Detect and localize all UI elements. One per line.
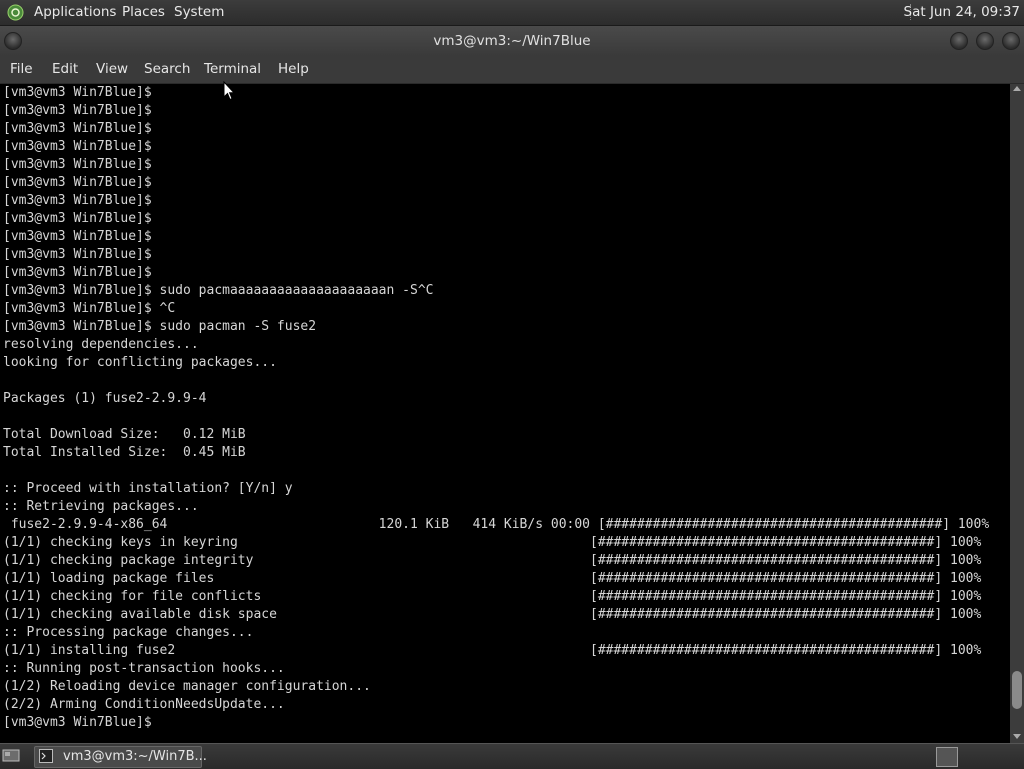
terminal-line: :: Retrieving packages... — [3, 499, 199, 514]
terminal-line: (1/1) loading package files [###########… — [3, 571, 982, 586]
top-panel: Applications Places System Sat Jun 24, 0… — [0, 0, 1024, 26]
terminal-line: (1/1) installing fuse2 [################… — [3, 643, 982, 658]
taskbar-window-button[interactable]: vm3@vm3:~/Win7B... — [34, 746, 207, 768]
window-title: vm3@vm3:~/Win7Blue — [433, 33, 591, 49]
terminal-line: (1/2) Reloading device manager configura… — [3, 679, 371, 694]
terminal-line: (1/1) checking for file conflicts [#####… — [3, 589, 982, 604]
mouse-pointer-icon — [223, 81, 235, 101]
terminal-line: (2/2) Arming ConditionNeedsUpdate... — [3, 697, 285, 712]
terminal-line: [vm3@vm3 Win7Blue]$ — [3, 103, 152, 118]
menu-file[interactable]: File — [10, 61, 33, 77]
terminal-line: [vm3@vm3 Win7Blue]$ — [3, 715, 152, 730]
show-desktop-icon[interactable] — [2, 748, 22, 764]
taskbar-window-label: vm3@vm3:~/Win7B... — [63, 749, 207, 764]
window-titlebar[interactable]: vm3@vm3:~/Win7Blue — [0, 26, 1024, 56]
terminal-line: [vm3@vm3 Win7Blue]$ — [3, 247, 152, 262]
terminal-line: :: Proceed with installation? [Y/n] y — [3, 481, 293, 496]
bottom-panel: vm3@vm3:~/Win7B... — [0, 743, 1024, 769]
workspace-switcher-icon[interactable] — [936, 747, 958, 767]
terminal-line: Total Installed Size: 0.45 MiB — [3, 445, 246, 460]
terminal-line: resolving dependencies... — [3, 337, 199, 352]
menu-help[interactable]: Help — [278, 61, 309, 77]
terminal-line: [vm3@vm3 Win7Blue]$ — [3, 175, 152, 190]
terminal-line: looking for conflicting packages... — [3, 355, 277, 370]
terminal-line: (1/1) checking available disk space [###… — [3, 607, 982, 622]
terminal-line: [vm3@vm3 Win7Blue]$ — [3, 139, 152, 154]
terminal-line: :: Processing package changes... — [3, 625, 254, 640]
menu-system[interactable]: System — [174, 4, 224, 20]
panel-clock[interactable]: Sat Jun 24, 09:37 — [904, 4, 1020, 20]
menu-applications[interactable]: Applications — [34, 4, 116, 20]
terminal-line: fuse2-2.9.9-4-x86_64 120.1 KiB 414 KiB/s… — [3, 517, 990, 532]
terminal-line: [vm3@vm3 Win7Blue]$ — [3, 193, 152, 208]
close-button[interactable] — [1002, 32, 1020, 50]
terminal-icon — [39, 749, 53, 763]
menu-edit[interactable]: Edit — [52, 61, 78, 77]
terminal-line: [vm3@vm3 Win7Blue]$ — [3, 157, 152, 172]
terminal-line: Packages (1) fuse2-2.9.9-4 — [3, 391, 207, 406]
terminal-line: [vm3@vm3 Win7Blue]$ sudo pacmaaaaaaaaaaa… — [3, 283, 434, 298]
menu-terminal[interactable]: Terminal — [204, 61, 261, 77]
menubar: File Edit View Search Terminal Help — [0, 56, 1024, 84]
distro-logo-icon[interactable] — [7, 4, 24, 21]
menu-search[interactable]: Search — [144, 61, 190, 77]
terminal-line: (1/1) checking package integrity [######… — [3, 553, 982, 568]
terminal-line: [vm3@vm3 Win7Blue]$ ^C — [3, 301, 176, 316]
terminal-output[interactable]: [vm3@vm3 Win7Blue]$ [vm3@vm3 Win7Blue]$ [v… — [0, 84, 1010, 743]
scroll-down-arrow-icon[interactable] — [1013, 734, 1021, 739]
terminal-line: [vm3@vm3 Win7Blue]$ sudo pacman -S fuse2 — [3, 319, 317, 334]
terminal-line: [vm3@vm3 Win7Blue]$ — [3, 229, 152, 244]
terminal-line: :: Running post-transaction hooks... — [3, 661, 285, 676]
scrollbar-thumb[interactable] — [1012, 670, 1022, 709]
maximize-button[interactable] — [976, 32, 994, 50]
minimize-button[interactable] — [950, 32, 968, 50]
scroll-up-arrow-icon[interactable] — [1013, 86, 1021, 91]
terminal-line: [vm3@vm3 Win7Blue]$ — [3, 121, 152, 136]
terminal-line: [vm3@vm3 Win7Blue]$ — [3, 265, 152, 280]
terminal-line: [vm3@vm3 Win7Blue]$ — [3, 211, 152, 226]
terminal-lines: [vm3@vm3 Win7Blue]$ [vm3@vm3 Win7Blue]$ [v… — [0, 84, 1010, 732]
menu-places[interactable]: Places — [122, 4, 165, 20]
menu-view[interactable]: View — [96, 61, 128, 77]
terminal-scrollbar[interactable] — [1010, 84, 1024, 743]
terminal-line: Total Download Size: 0.12 MiB — [3, 427, 246, 442]
terminal-line: (1/1) checking keys in keyring [########… — [3, 535, 982, 550]
terminal-line: [vm3@vm3 Win7Blue]$ — [3, 85, 152, 100]
